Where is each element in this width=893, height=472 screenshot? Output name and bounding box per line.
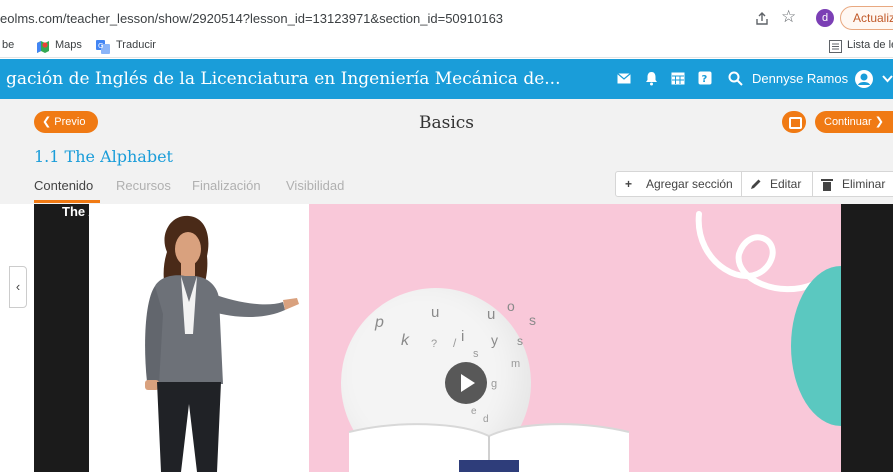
svg-text:?: ? — [702, 74, 708, 85]
svg-text:G: G — [98, 42, 103, 50]
floating-letter: ? — [431, 338, 438, 350]
active-tab-indicator — [34, 200, 100, 203]
lesson-toolbar: ❮ Previo Basics Continuar ❯ 1.1 The Alph… — [0, 99, 893, 204]
presentation-mode-button[interactable] — [782, 111, 806, 133]
floating-letter: s — [529, 312, 536, 328]
trash-icon — [821, 179, 833, 191]
tab-completion[interactable]: Finalización — [192, 178, 261, 193]
profile-avatar[interactable]: d — [816, 9, 834, 27]
video-title: The Alphabet — [62, 204, 144, 219]
section-actions: + Agregar sección Editar Eliminar — [615, 171, 893, 197]
continue-label: Continuar — [824, 116, 872, 128]
floating-letter: i — [461, 328, 465, 345]
bookmark-star-icon[interactable]: ☆ — [781, 7, 796, 27]
bookmark-maps[interactable]: Maps — [55, 39, 82, 51]
app-header: gación de Inglés de la Licenciatura en I… — [0, 59, 893, 99]
search-icon[interactable] — [728, 71, 743, 86]
bookmark-translate[interactable]: Traducir — [116, 39, 156, 51]
floating-letter: g — [491, 378, 498, 390]
open-book-illustration — [348, 423, 630, 472]
tab-content[interactable]: Contenido — [34, 178, 93, 193]
pencil-icon — [751, 179, 761, 189]
delete-button[interactable]: Eliminar — [842, 177, 885, 191]
floating-letter: s — [473, 348, 479, 360]
chevron-down-icon[interactable] — [882, 74, 893, 83]
help-icon[interactable]: ? — [698, 71, 712, 85]
floating-letter: y — [491, 332, 498, 348]
collapse-sidebar-button[interactable]: ‹ — [9, 266, 27, 308]
swirl-decoration — [695, 211, 817, 293]
bell-icon[interactable] — [645, 71, 658, 86]
floating-letter: u — [487, 306, 496, 323]
calendar-icon[interactable] — [671, 71, 685, 85]
translate-icon: G — [96, 40, 110, 54]
reading-list-link[interactable]: Lista de lectura — [847, 39, 893, 51]
url-text[interactable]: eolms.com/teacher_lesson/show/2920514?le… — [0, 11, 503, 26]
mail-icon[interactable] — [617, 73, 631, 84]
edit-button[interactable]: Editar — [770, 177, 801, 191]
maps-icon — [37, 41, 49, 53]
presenter-panel — [89, 204, 309, 472]
floating-letter: k — [401, 332, 409, 349]
floating-letter: o — [507, 298, 515, 314]
lesson-title: Basics — [418, 113, 475, 133]
floating-letter: p — [375, 314, 384, 331]
continue-button[interactable]: Continuar ❯ — [815, 111, 893, 133]
reading-list-icon — [829, 40, 842, 53]
floating-letter: / — [453, 336, 457, 350]
bookmark-item[interactable]: be — [2, 39, 14, 51]
plus-icon: + — [625, 177, 633, 191]
bookmarks-bar: be Maps G Traducir Lista de lectura — [0, 36, 893, 58]
tab-resources[interactable]: Recursos — [116, 178, 171, 193]
update-button[interactable]: Actualizar — [840, 6, 893, 30]
video-player[interactable]: p u u o s k i y s s g e d ? / m The Alph… — [34, 204, 893, 472]
add-section-button[interactable]: Agregar sección — [646, 177, 733, 191]
presenter-illustration — [145, 215, 299, 472]
user-avatar-icon[interactable] — [854, 69, 874, 89]
divider — [741, 172, 742, 196]
lesson-content: ‹ p u u o s k i y s s g e d ? / m The Al… — [0, 204, 893, 472]
play-button[interactable] — [445, 362, 487, 404]
tab-visibility[interactable]: Visibilidad — [286, 178, 344, 193]
pink-background-panel: p u u o s k i y s s g e d ? / m — [309, 204, 841, 472]
floating-letter: e — [471, 406, 477, 417]
floating-letter: s — [517, 334, 523, 348]
section-title: 1.1 The Alphabet — [34, 147, 173, 166]
browser-url-bar[interactable]: eolms.com/teacher_lesson/show/2920514?le… — [0, 0, 893, 36]
divider — [812, 172, 813, 196]
play-icon — [461, 374, 475, 392]
chevron-right-icon: ❯ — [871, 116, 884, 128]
floating-letter: m — [511, 358, 521, 370]
course-title[interactable]: gación de Inglés de la Licenciatura en I… — [6, 69, 561, 89]
user-name[interactable]: Dennyse Ramos — [752, 71, 848, 86]
floating-letter: u — [431, 304, 440, 321]
share-icon[interactable] — [754, 10, 770, 26]
